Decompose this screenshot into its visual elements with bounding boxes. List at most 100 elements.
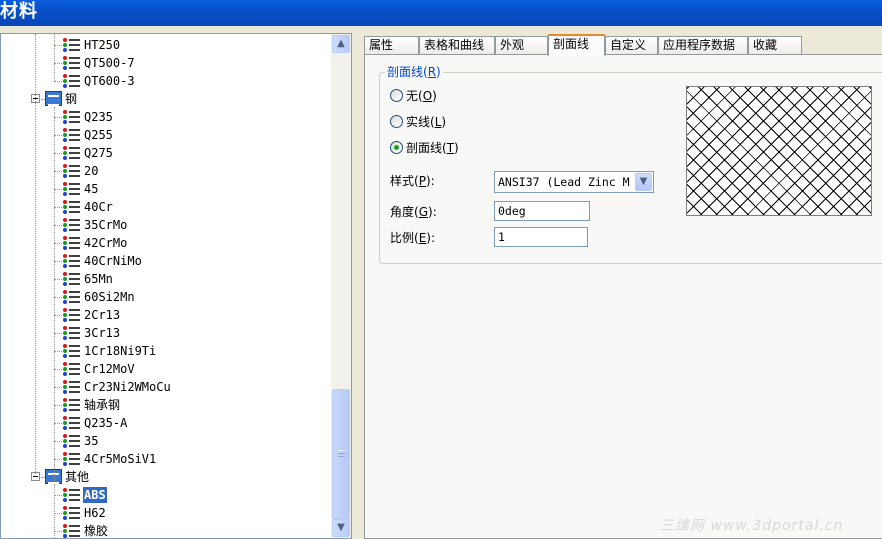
tree-item[interactable]: 2Cr13: [1, 306, 331, 324]
tree-item[interactable]: 1Cr18Ni9Ti: [1, 342, 331, 360]
tree-item[interactable]: 轴承钢: [1, 396, 331, 414]
tree-item[interactable]: 橡胶: [1, 522, 331, 538]
tree-item[interactable]: 40Cr: [1, 198, 331, 216]
radio-solid-label: 实线(L): [406, 115, 447, 129]
radio-circle-hatch[interactable]: [390, 141, 403, 154]
tree-item[interactable]: H62: [1, 504, 331, 522]
tree-item-label: Q275: [84, 146, 113, 160]
tree-item-label: 35CrMo: [84, 218, 128, 232]
material-icon: [63, 272, 80, 286]
tree-item-selected[interactable]: ABS: [1, 486, 331, 504]
tree-item-label: 4Cr5MoSiV1: [84, 452, 157, 466]
tree-item-label: QT600-3: [84, 74, 135, 88]
tree-item-label: Q255: [84, 128, 113, 142]
tree-item-label: 轴承钢: [84, 398, 121, 412]
material-icon: [63, 326, 80, 340]
style-dropdown-button[interactable]: ▼: [635, 173, 652, 191]
tree-item[interactable]: QT500-7: [1, 54, 331, 72]
tree-item[interactable]: QT600-3: [1, 72, 331, 90]
material-icon: [63, 38, 80, 52]
tab-4[interactable]: 剖面线: [548, 34, 605, 56]
radio-circle-none[interactable]: [390, 89, 403, 102]
tree-item[interactable]: Cr23Ni2WMoCu: [1, 378, 331, 396]
material-icon: [63, 362, 80, 376]
style-select[interactable]: ANSI37 (Lead Zinc M ▼: [494, 171, 654, 193]
tree-item-label: H62: [84, 506, 106, 520]
tree-category[interactable]: 其他: [1, 468, 331, 486]
radio-none-label: 无(O): [406, 89, 437, 103]
tree-item-label: ABS: [83, 487, 107, 503]
tree-item-label: QT500-7: [84, 56, 135, 70]
tree-item-label: Q235: [84, 110, 113, 124]
scale-label: 比例(E):: [390, 231, 436, 245]
tree-item-label: Q235-A: [84, 416, 128, 430]
tree-item-label: 2Cr13: [84, 308, 121, 322]
scroll-up-button[interactable]: ▲: [332, 35, 350, 53]
tree-item[interactable]: 35: [1, 432, 331, 450]
tab-3[interactable]: 外观: [495, 36, 548, 55]
material-icon: [63, 236, 80, 250]
material-icon: [63, 452, 80, 466]
tree-item[interactable]: Q235: [1, 108, 331, 126]
grip-icon: [338, 450, 345, 457]
tree-item[interactable]: Q255: [1, 126, 331, 144]
radio-circle-solid[interactable]: [390, 115, 403, 128]
tree-item-label: 42CrMo: [84, 236, 128, 250]
tab-5[interactable]: 自定义: [605, 36, 658, 55]
category-icon: [45, 91, 62, 106]
material-icon: [63, 524, 80, 538]
scroll-down-button[interactable]: ▼: [332, 519, 350, 537]
scroll-thumb[interactable]: [332, 389, 350, 519]
tree-item-label: 40Cr: [84, 200, 113, 214]
tree-scrollbar[interactable]: ▲ ▼: [331, 34, 351, 538]
tree-item[interactable]: 35CrMo: [1, 216, 331, 234]
tree-item-label: 橡胶: [84, 524, 109, 538]
material-icon: [63, 218, 80, 232]
tree-item[interactable]: Q275: [1, 144, 331, 162]
tree-item-label: 3Cr13: [84, 326, 121, 340]
tree-item[interactable]: 60Si2Mn: [1, 288, 331, 306]
tree-item[interactable]: HT250: [1, 36, 331, 54]
tree-item[interactable]: 42CrMo: [1, 234, 331, 252]
tree-category[interactable]: 钢: [1, 90, 331, 108]
tree-item-label: 65Mn: [84, 272, 113, 286]
material-icon: [63, 56, 80, 70]
angle-input[interactable]: 0deg: [494, 201, 590, 221]
tree-item[interactable]: Q235-A: [1, 414, 331, 432]
tree-category-label: 钢: [65, 92, 78, 106]
tree-item[interactable]: 4Cr5MoSiV1: [1, 450, 331, 468]
material-icon: [63, 200, 80, 214]
tree-item[interactable]: 65Mn: [1, 270, 331, 288]
chevron-down-icon: ▼: [639, 176, 648, 187]
tree-item-label: 40CrNiMo: [84, 254, 142, 268]
tree-category-label: 其他: [65, 470, 90, 484]
hatch-preview: [686, 86, 872, 216]
tab-1[interactable]: 属性: [364, 36, 419, 55]
hatch-group-label: 剖面线(R): [385, 65, 443, 79]
tree-item[interactable]: 3Cr13: [1, 324, 331, 342]
material-icon: [63, 308, 80, 322]
scale-input[interactable]: 1: [494, 227, 588, 247]
angle-label: 角度(G):: [390, 205, 437, 219]
material-icon: [63, 380, 80, 394]
tab-2[interactable]: 表格和曲线: [419, 36, 495, 55]
tree-item-label: Cr12MoV: [84, 362, 135, 376]
chevron-up-icon: ▲: [337, 38, 345, 49]
tree-item-label: 60Si2Mn: [84, 290, 135, 304]
material-tree[interactable]: HT250 QT500-7 QT600-3 钢 Q235 Q255 Q275 20 45 40Cr…: [1, 34, 331, 538]
tree-item[interactable]: Cr12MoV: [1, 360, 331, 378]
tree-item-label: 1Cr18Ni9Ti: [84, 344, 157, 358]
angle-input-value: 0deg: [498, 204, 526, 218]
material-icon: [63, 164, 80, 178]
tab-6[interactable]: 应用程序数据: [658, 36, 748, 55]
tab-7[interactable]: 收藏: [748, 36, 802, 55]
style-label: 样式(P):: [390, 174, 435, 188]
chevron-down-icon: ▼: [337, 522, 345, 533]
tree-item[interactable]: 45: [1, 180, 331, 198]
tree-item-label: 35: [84, 434, 99, 448]
tree-item[interactable]: 20: [1, 162, 331, 180]
material-icon: [63, 398, 80, 412]
tree-item[interactable]: 40CrNiMo: [1, 252, 331, 270]
material-icon: [63, 254, 80, 268]
material-icon: [63, 74, 80, 88]
